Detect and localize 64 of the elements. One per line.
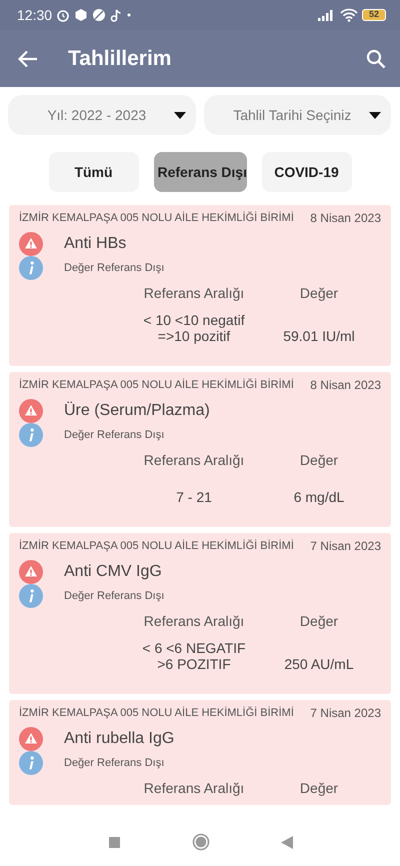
recents-button[interactable] [106,834,122,850]
reference-range: < 6 <6 NEGATIF >6 POZITIF [141,640,247,672]
test-name: Anti rubella IgG [64,729,174,750]
result-value: 250 AU/mL [283,656,355,672]
home-button[interactable] [192,833,210,851]
column-header: Referans Aralığı [142,779,246,798]
result-card[interactable]: İZMİR KEMALPAŞA 005 NOLU AİLE HEKİMLİĞİ BİRİMİ 7 Nisan 2023 Anti CMV IgG Değer Referans Dışı Referans Aralığı Değer < 6 <6 NEGATIF >6 POZITIF 250 AU/mL [9,533,391,694]
warning-icon [19,399,43,424]
result-date: 8 Nisan 2023 [310,210,381,227]
column-header: Değer [298,284,340,303]
filter-tab[interactable]: Referans Dışı [154,152,246,192]
wifi-icon [340,8,358,22]
result-value: 59.01 IU/ml [282,328,356,344]
dropdown[interactable]: Yıl: 2022 - 2023 [8,95,196,135]
column-header: Değer [298,779,340,798]
result-card[interactable]: İZMİR KEMALPAŞA 005 NOLU AİLE HEKİMLİĞİ BİRİMİ 8 Nisan 2023 Anti HBs Değer Referans Dışı Referans Aralığı Değer < 10 <10 negatif =>10 pozitif 59.01 IU/ml [9,205,391,366]
reference-range: 7 - 21 [175,489,213,506]
result-value: 6 mg/dL [292,489,346,506]
filter-tab[interactable]: COVID-19 [262,152,352,192]
dropdown[interactable]: Tahlil Tarihi Seçiniz [204,95,391,135]
music-note-icon [110,8,122,22]
clinic-name: İZMİR KEMALPAŞA 005 NOLU AİLE HEKİMLİĞİ BİRİMİ [19,210,294,226]
clinic-name: İZMİR KEMALPAŞA 005 NOLU AİLE HEKİMLİĞİ BİRİMİ [19,706,294,722]
back-arrow-icon [18,50,38,68]
info-icon [19,256,43,280]
status-text: Değer Referans Dışı [64,589,164,604]
reference-range: < 10 <10 negatif =>10 pozitif [142,312,246,344]
search-button[interactable] [366,48,386,68]
result-card[interactable]: İZMİR KEMALPAŞA 005 NOLU AİLE HEKİMLİĞİ BİRİMİ 8 Nisan 2023 Üre (Serum/Plazma) Değer Referans Dışı Referans Aralığı Değer 7 - 21 6 mg/dL [9,372,391,528]
test-name: Anti HBs [64,234,126,254]
battery-indicator: 52 [362,9,386,21]
warning-icon [19,727,43,752]
column-header: Değer [298,612,340,632]
status-text: Değer Referans Dışı [64,756,164,772]
test-name: Üre (Serum/Plazma) [64,400,210,422]
clinic-name: İZMİR KEMALPAŞA 005 NOLU AİLE HEKİMLİĞİ BİRİMİ [19,378,294,393]
filter-tab[interactable]: Tümü [48,152,138,192]
result-card[interactable]: İZMİR KEMALPAŞA 005 NOLU AİLE HEKİMLİĞİ BİRİMİ 7 Nisan 2023 Anti rubella IgG Değer Referans Dışı Referans Aralığı Değer [9,700,391,806]
status-text: Değer Referans Dışı [64,428,164,443]
info-icon [19,584,43,608]
column-header: Referans Aralığı [142,451,246,470]
test-name: Anti CMV IgG [64,562,162,582]
back-nav-button[interactable] [280,834,294,850]
status-text: Değer Referans Dışı [64,260,164,276]
warning-icon [19,232,43,256]
dot-icon [126,12,132,18]
caret-down-icon [369,112,381,118]
result-date: 7 Nisan 2023 [310,705,381,722]
alarm-icon [56,8,70,22]
info-icon [19,751,43,776]
result-date: 7 Nisan 2023 [310,538,381,556]
caret-down-icon [174,112,186,118]
clinic-name: İZMİR KEMALPAŞA 005 NOLU AİLE HEKİMLİĞİ BİRİMİ [19,538,294,554]
clock-time: 12:30 [17,6,52,24]
column-header: Referans Aralığı [142,612,246,632]
back-button[interactable] [18,50,38,68]
result-date: 8 Nisan 2023 [310,377,381,394]
screen-title: Tahlillerim [68,46,172,72]
column-header: Referans Aralığı [142,284,246,303]
warning-icon [19,560,43,584]
column-header: Değer [298,451,340,470]
search-icon [366,48,386,68]
info-icon [19,423,43,448]
pill-icon [92,8,106,22]
